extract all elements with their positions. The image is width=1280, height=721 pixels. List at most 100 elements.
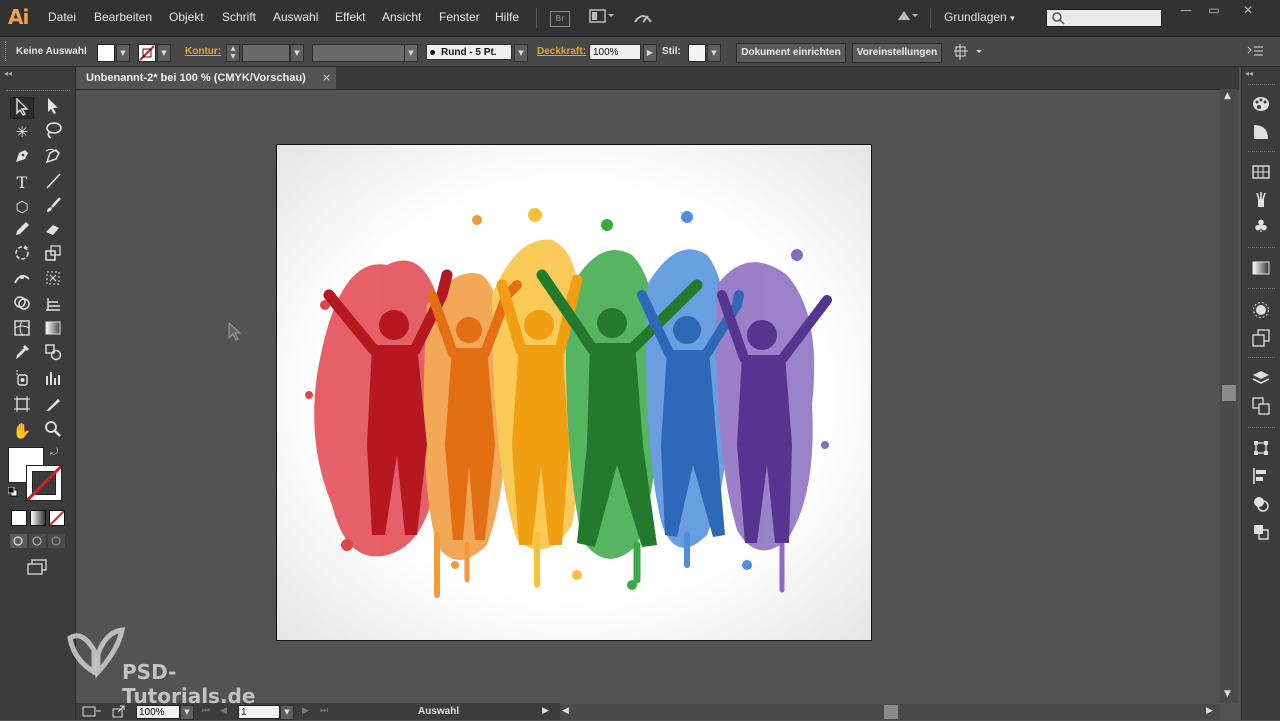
- artboards-panel-icon[interactable]: [1251, 397, 1271, 417]
- rotate-tool-icon[interactable]: [10, 244, 34, 266]
- panel-group-grip[interactable]: [1248, 151, 1275, 155]
- lasso-tool-icon[interactable]: [41, 121, 65, 143]
- magic-wand-tool-icon[interactable]: ✳: [10, 121, 34, 143]
- object-arrange-panel-icon[interactable]: [1251, 523, 1271, 543]
- blend-tool-icon[interactable]: [41, 343, 65, 365]
- current-tool-status[interactable]: Auswahl: [418, 706, 459, 717]
- gradient-tool-icon[interactable]: [41, 319, 65, 341]
- graphic-style-dropdown[interactable]: ▼: [707, 44, 721, 62]
- stroke-color-dropdown[interactable]: ▼: [157, 44, 171, 62]
- scroll-right-icon[interactable]: ▶: [1206, 706, 1213, 716]
- selection-tool-icon[interactable]: [10, 97, 34, 119]
- sync-settings-icon[interactable]: [896, 8, 920, 28]
- polygon-tool-icon[interactable]: ⬡: [10, 196, 34, 218]
- arrange-icon[interactable]: [954, 43, 984, 61]
- type-tool-icon[interactable]: T: [10, 172, 34, 194]
- shape-builder-tool-icon[interactable]: [10, 294, 34, 316]
- stroke-weight-label[interactable]: Kontur:: [185, 46, 221, 57]
- collapse-panel-icon[interactable]: ◂◂: [4, 69, 12, 78]
- scale-tool-icon[interactable]: [41, 244, 65, 266]
- slice-tool-icon[interactable]: [41, 395, 65, 417]
- variable-width-dropdown[interactable]: ▼: [404, 44, 418, 62]
- symbols-panel-icon[interactable]: ♣: [1251, 217, 1271, 237]
- expand-panels-icon[interactable]: ◂◂: [1245, 69, 1253, 78]
- menu-fenster[interactable]: Fenster: [439, 10, 480, 24]
- stroke-weight-input[interactable]: [242, 44, 290, 62]
- vertical-scrollbar[interactable]: ▲ ▼: [1220, 89, 1238, 703]
- document-tab[interactable]: Unbenannt-2* bei 100 % (CMYK/Vorschau) ×: [76, 67, 336, 89]
- color-mode-icon[interactable]: [11, 510, 27, 526]
- graphic-styles-panel-icon[interactable]: [1251, 329, 1271, 349]
- eyedropper-tool-icon[interactable]: [10, 343, 34, 365]
- graphic-style-swatch[interactable]: [688, 44, 706, 62]
- layers-panel-icon[interactable]: [1251, 369, 1271, 389]
- scroll-up-icon[interactable]: ▲: [1224, 91, 1231, 101]
- color-guide-icon[interactable]: [1251, 123, 1271, 143]
- menu-hilfe[interactable]: Hilfe: [495, 10, 519, 24]
- panel-group-grip[interactable]: [1248, 84, 1275, 88]
- perspective-grid-tool-icon[interactable]: [41, 294, 65, 316]
- scroll-left-icon[interactable]: ◀: [562, 706, 569, 716]
- free-transform-tool-icon[interactable]: [41, 269, 65, 291]
- search-input[interactable]: [1046, 9, 1162, 27]
- swap-colors-icon[interactable]: ⤾: [50, 447, 58, 458]
- workspace-switcher[interactable]: Grundlagen ▾: [944, 10, 1015, 24]
- transform-panel-icon[interactable]: [1251, 439, 1271, 459]
- arrange-documents-icon[interactable]: [588, 8, 616, 28]
- stroke-color-box[interactable]: [26, 465, 62, 501]
- menu-bearbeiten[interactable]: Bearbeiten: [94, 10, 152, 24]
- brush-definition-field[interactable]: Rund - 5 Pt.: [426, 44, 512, 60]
- panel-group-grip[interactable]: [1248, 427, 1275, 431]
- screen-mode-icon[interactable]: [26, 558, 48, 576]
- brushes-panel-icon[interactable]: [1251, 190, 1271, 210]
- document-setup-button[interactable]: Dokument einrichten: [736, 43, 846, 63]
- column-graph-tool-icon[interactable]: [41, 369, 65, 391]
- panel-group-grip[interactable]: [1248, 247, 1275, 251]
- close-tab-icon[interactable]: ×: [322, 71, 331, 84]
- swatches-panel-icon[interactable]: [1251, 163, 1271, 183]
- vertical-scroll-thumb[interactable]: [1222, 385, 1236, 401]
- scroll-down-icon[interactable]: ▼: [1224, 689, 1231, 699]
- line-segment-tool-icon[interactable]: [41, 172, 65, 194]
- restore-button[interactable]: ▭: [1200, 2, 1228, 18]
- fill-color-dropdown[interactable]: ▼: [116, 44, 130, 62]
- opacity-label[interactable]: Deckkraft:: [537, 46, 586, 57]
- mesh-tool-icon[interactable]: [10, 319, 34, 341]
- menu-objekt[interactable]: Objekt: [169, 10, 204, 24]
- brush-dropdown[interactable]: ▼: [514, 44, 528, 62]
- artboard[interactable]: [276, 144, 872, 641]
- zoom-tool-icon[interactable]: [41, 420, 65, 442]
- gpu-preview-icon[interactable]: [82, 705, 102, 718]
- menu-schrift[interactable]: Schrift: [222, 10, 256, 24]
- control-bar-grip[interactable]: [5, 41, 9, 61]
- stroke-color-swatch[interactable]: [138, 44, 156, 62]
- stroke-weight-stepper[interactable]: ▲ ▼: [226, 44, 240, 62]
- horizontal-scrollbar[interactable]: ◀ ▶: [560, 704, 1220, 720]
- panel-group-grip[interactable]: [1248, 288, 1275, 292]
- horizontal-scroll-thumb[interactable]: [884, 705, 898, 719]
- paintbrush-tool-icon[interactable]: [41, 196, 65, 218]
- align-panel-icon[interactable]: [1251, 467, 1271, 487]
- none-mode-icon[interactable]: [49, 510, 65, 526]
- artboard-tool-icon[interactable]: [10, 395, 34, 417]
- width-tool-icon[interactable]: [10, 269, 34, 291]
- status-menu-arrow[interactable]: ▶: [542, 706, 549, 716]
- opacity-input[interactable]: 100%: [589, 44, 641, 60]
- default-colors-icon[interactable]: [7, 486, 18, 497]
- color-panel-icon[interactable]: [1251, 95, 1271, 115]
- gradient-mode-icon[interactable]: [30, 510, 46, 526]
- direct-selection-tool-icon[interactable]: [41, 97, 65, 119]
- menu-effekt[interactable]: Effekt: [335, 10, 365, 24]
- symbol-sprayer-tool-icon[interactable]: [10, 369, 34, 391]
- minimize-button[interactable]: —: [1172, 2, 1200, 18]
- menu-datei[interactable]: Datei: [48, 10, 76, 24]
- pencil-tool-icon[interactable]: [10, 220, 34, 242]
- fill-color-swatch[interactable]: [97, 44, 115, 62]
- pathfinder-panel-icon[interactable]: [1251, 495, 1271, 515]
- preferences-button[interactable]: Voreinstellungen: [852, 43, 942, 63]
- eraser-tool-icon[interactable]: [41, 220, 65, 242]
- menu-auswahl[interactable]: Auswahl: [273, 10, 318, 24]
- gradient-panel-icon[interactable]: [1251, 259, 1271, 279]
- bridge-button[interactable]: Br: [550, 11, 570, 27]
- close-window-button[interactable]: ✕: [1234, 2, 1262, 18]
